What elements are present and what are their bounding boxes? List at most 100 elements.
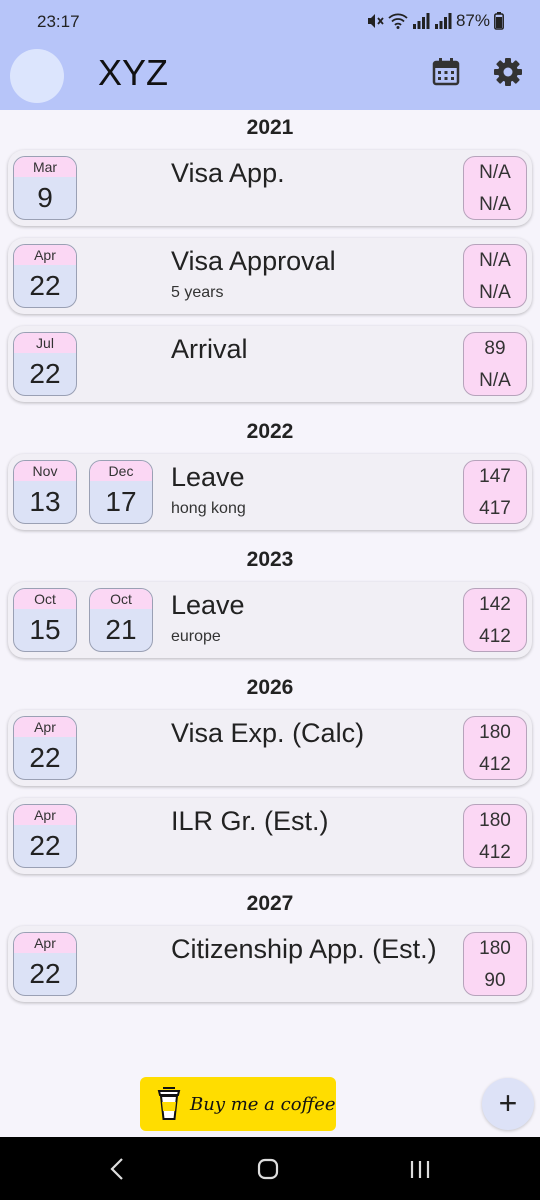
date-day: 22 <box>29 742 61 773</box>
event-card[interactable]: Oct 15 Oct 21 Leave europe 142 412 <box>8 582 532 658</box>
date-month: Apr <box>14 933 76 953</box>
date-month: Nov <box>14 461 76 481</box>
date-day: 15 <box>29 614 61 645</box>
count-bottom: N/A <box>479 282 511 303</box>
count-bottom: N/A <box>479 370 511 391</box>
date-day: 9 <box>37 182 53 213</box>
day-count-badge: N/A N/A <box>463 244 527 308</box>
event-card[interactable]: Mar 9 Visa App. N/A N/A <box>8 150 532 226</box>
count-top: 147 <box>479 466 511 487</box>
plus-icon: + <box>498 1085 518 1121</box>
day-count-badge: 180 412 <box>463 716 527 780</box>
date-month: Oct <box>90 589 152 609</box>
coffee-cup-icon <box>157 1087 181 1120</box>
count-bottom: 412 <box>479 626 511 647</box>
start-date-badge: Apr 22 <box>13 716 77 780</box>
date-month: Apr <box>14 717 76 737</box>
system-nav-bar <box>0 1137 540 1200</box>
calendar-button[interactable] <box>430 56 462 88</box>
day-count-badge: 180 90 <box>463 932 527 996</box>
count-top: N/A <box>479 250 511 271</box>
count-top: 142 <box>479 594 511 615</box>
settings-button[interactable] <box>492 56 524 88</box>
event-card[interactable]: Jul 22 Arrival 89 N/A <box>8 326 532 402</box>
date-day: 17 <box>105 486 137 517</box>
year-header: 2027 <box>246 892 294 915</box>
date-day: 22 <box>29 958 61 989</box>
day-count-badge: 142 412 <box>463 588 527 652</box>
end-date-badge: Oct 21 <box>89 588 153 652</box>
home-icon <box>257 1158 279 1180</box>
event-title: Citizenship App. (Est.) <box>171 934 437 964</box>
signal-icon <box>412 13 430 29</box>
day-count-badge: 147 417 <box>463 460 527 524</box>
event-title: Leave <box>171 590 245 620</box>
year-header: 2023 <box>246 548 294 571</box>
event-subtitle: hong kong <box>171 500 246 517</box>
date-month: Apr <box>14 805 76 825</box>
event-card[interactable]: Apr 22 ILR Gr. (Est.) 180 412 <box>8 798 532 874</box>
event-subtitle: europe <box>171 628 221 645</box>
event-card[interactable]: Apr 22 Visa Exp. (Calc) 180 412 <box>8 710 532 786</box>
date-day: 21 <box>105 614 137 645</box>
day-count-badge: 89 N/A <box>463 332 527 396</box>
back-button[interactable] <box>108 1157 128 1186</box>
start-date-badge: Nov 13 <box>13 460 77 524</box>
event-subtitle: 5 years <box>171 284 224 301</box>
page-title: XYZ <box>98 52 169 93</box>
app-bar: XYZ <box>0 44 540 110</box>
event-title: Visa App. <box>171 158 285 188</box>
event-card[interactable]: Nov 13 Dec 17 Leave hong kong 147 417 <box>8 454 532 530</box>
start-date-badge: Apr 22 <box>13 244 77 308</box>
back-icon <box>110 1158 123 1180</box>
count-top: 180 <box>479 938 511 959</box>
buy-me-a-coffee-button[interactable]: Buy me a coffee <box>140 1077 336 1131</box>
count-top: 89 <box>484 338 506 359</box>
date-month: Jul <box>14 333 76 353</box>
count-top: N/A <box>479 162 511 183</box>
event-title: ILR Gr. (Est.) <box>171 806 329 836</box>
date-day: 13 <box>29 486 61 517</box>
battery-icon <box>494 12 504 30</box>
event-title: Visa Approval <box>171 246 336 276</box>
day-count-badge: 180 412 <box>463 804 527 868</box>
year-header: 2026 <box>246 676 294 699</box>
event-card[interactable]: Apr 22 Citizenship App. (Est.) 180 90 <box>8 926 532 1002</box>
add-event-button[interactable]: + <box>482 1078 534 1130</box>
date-day: 22 <box>29 358 61 389</box>
signal-icon-2 <box>434 13 452 29</box>
event-title: Arrival <box>171 334 248 364</box>
day-count-badge: N/A N/A <box>463 156 527 220</box>
status-time: 23:17 <box>37 12 80 31</box>
battery-level: 87% <box>455 11 490 30</box>
count-bottom: 90 <box>484 970 506 991</box>
calendar-icon <box>432 58 460 86</box>
date-day: 22 <box>29 270 61 301</box>
recents-icon <box>410 1161 430 1178</box>
year-header: 2022 <box>246 420 294 443</box>
date-month: Oct <box>14 589 76 609</box>
gear-icon <box>494 58 522 86</box>
start-date-badge: Mar 9 <box>13 156 77 220</box>
event-title: Visa Exp. (Calc) <box>171 718 365 748</box>
app-header: 23:17 87% XYZ <box>0 0 540 110</box>
home-button[interactable] <box>256 1157 280 1186</box>
date-month: Apr <box>14 245 76 265</box>
event-list: 2021 Mar 9 Visa App. N/A N/A Apr 22 Visa Approva… <box>0 110 540 1014</box>
count-bottom: 412 <box>479 842 511 863</box>
avatar[interactable] <box>10 49 64 103</box>
date-day: 22 <box>29 830 61 861</box>
status-icons: 87% <box>366 11 504 31</box>
date-month: Dec <box>90 461 152 481</box>
count-top: 180 <box>479 810 511 831</box>
count-top: 180 <box>479 722 511 743</box>
recents-button[interactable] <box>408 1157 432 1186</box>
end-date-badge: Dec 17 <box>89 460 153 524</box>
status-bar: 23:17 87% <box>0 0 540 44</box>
start-date-badge: Apr 22 <box>13 804 77 868</box>
count-bottom: 417 <box>479 498 511 519</box>
wifi-icon <box>388 13 408 29</box>
event-card[interactable]: Apr 22 Visa Approval 5 years N/A N/A <box>8 238 532 314</box>
count-bottom: 412 <box>479 754 511 775</box>
mute-icon <box>367 14 384 28</box>
